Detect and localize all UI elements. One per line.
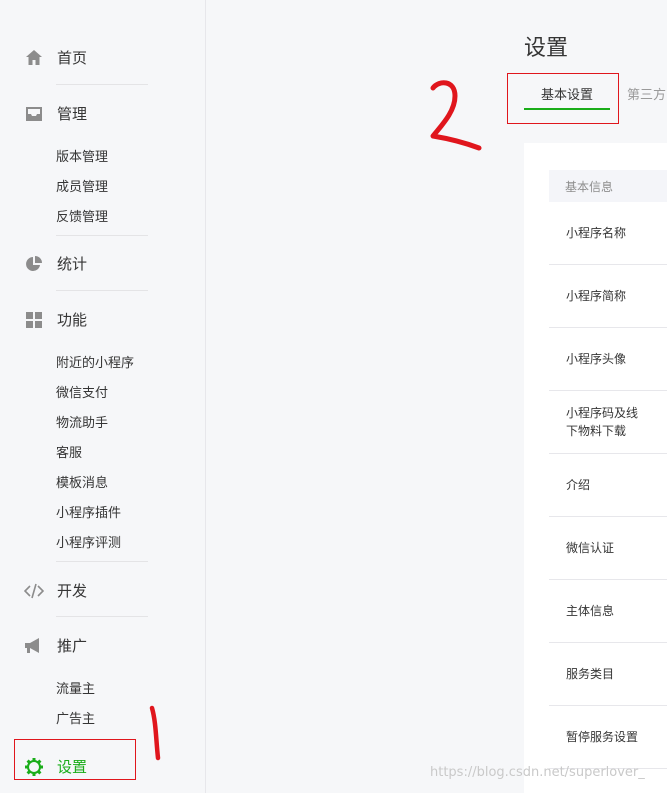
- row-divider: [549, 642, 667, 643]
- row-label-avatar: 小程序头像: [566, 352, 627, 366]
- nav-sub-members[interactable]: 成员管理: [56, 176, 108, 195]
- nav-sub-wechat-pay[interactable]: 微信支付: [56, 382, 108, 401]
- nav-sub-feedback[interactable]: 反馈管理: [56, 206, 108, 225]
- nav-sub-template-msg[interactable]: 模板消息: [56, 472, 108, 491]
- inbox-icon: [24, 104, 44, 124]
- annotation-number-two: [430, 80, 482, 151]
- row-label-suspend: 暂停服务设置: [566, 730, 639, 744]
- nav-manage[interactable]: 管理: [24, 103, 87, 124]
- section-header: 基本信息: [549, 170, 667, 202]
- row-divider: [549, 705, 667, 706]
- code-icon: [24, 581, 44, 601]
- divider: [56, 616, 148, 617]
- nav-sub-version[interactable]: 版本管理: [56, 146, 108, 165]
- pie-chart-icon: [24, 254, 44, 274]
- nav-promote-label: 推广: [57, 637, 88, 655]
- divider: [56, 84, 148, 85]
- row-label-entity: 主体信息: [566, 604, 615, 618]
- nav-features-label: 功能: [57, 311, 88, 329]
- nav-home-label: 首页: [57, 49, 88, 67]
- row-label-category: 服务类目: [566, 667, 615, 681]
- grid-icon: [24, 310, 44, 330]
- nav-home[interactable]: 首页: [24, 47, 87, 68]
- nav-promote[interactable]: 推广: [24, 635, 87, 656]
- nav-sub-logistics[interactable]: 物流助手: [56, 412, 108, 431]
- row-label-short-name: 小程序简称: [566, 289, 627, 303]
- nav-manage-label: 管理: [57, 105, 88, 123]
- row-label-qrcode: 小程序码及线下物料下载: [566, 406, 639, 438]
- divider: [56, 235, 148, 236]
- row-divider: [549, 579, 667, 580]
- annotation-box-tab: [507, 73, 619, 124]
- row-divider: [549, 453, 667, 454]
- nav-dev-label: 开发: [57, 582, 88, 600]
- nav-sub-traffic-owner[interactable]: 流量主: [56, 678, 95, 697]
- section-header-label: 基本信息: [565, 180, 614, 194]
- annotation-number-one: [149, 705, 161, 761]
- divider: [56, 290, 148, 291]
- tab-third-party[interactable]: 第三方: [627, 84, 666, 103]
- home-icon: [24, 48, 44, 68]
- nav-sub-advertiser[interactable]: 广告主: [56, 708, 95, 727]
- megaphone-icon: [24, 636, 44, 656]
- row-divider: [549, 390, 667, 391]
- sidebar: 首页 管理 版本管理 成员管理 反馈管理 统计 功能 附近的小程序 微信支付 物…: [0, 0, 206, 793]
- row-label-certification: 微信认证: [566, 541, 615, 555]
- watermark: https://blog.csdn.net/superlover_: [430, 765, 645, 780]
- nav-sub-customer-service[interactable]: 客服: [56, 442, 82, 461]
- nav-dev[interactable]: 开发: [24, 580, 87, 601]
- nav-sub-plugins[interactable]: 小程序插件: [56, 502, 121, 521]
- nav-features[interactable]: 功能: [24, 309, 87, 330]
- page-title: 设置: [524, 36, 569, 61]
- nav-sub-review[interactable]: 小程序评测: [56, 532, 121, 551]
- row-divider: [549, 264, 667, 265]
- row-label-name: 小程序名称: [566, 226, 627, 240]
- nav-stats[interactable]: 统计: [24, 253, 87, 274]
- row-divider: [549, 516, 667, 517]
- nav-sub-nearby[interactable]: 附近的小程序: [56, 352, 134, 371]
- row-divider: [549, 327, 667, 328]
- nav-stats-label: 统计: [57, 255, 88, 273]
- annotation-box-settings: [14, 739, 136, 780]
- divider: [56, 561, 148, 562]
- row-label-intro: 介绍: [566, 478, 591, 492]
